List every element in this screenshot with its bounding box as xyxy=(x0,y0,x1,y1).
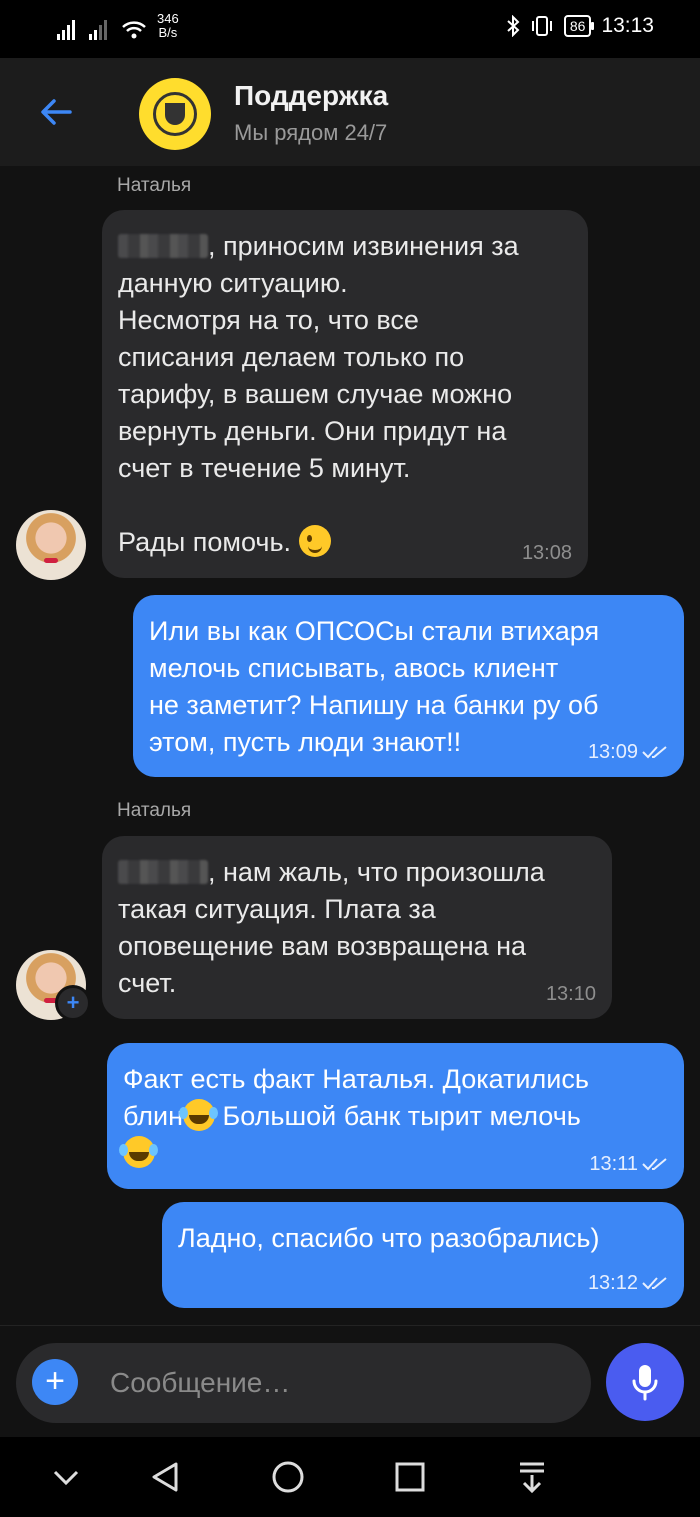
chat-header: Поддержка Мы рядом 24/7 xyxy=(0,58,700,166)
message-placeholder: Сообщение… xyxy=(110,1367,291,1398)
chat-title: Поддержка xyxy=(234,80,389,111)
laugh-emoji-icon xyxy=(119,1136,155,1168)
recents-square-icon[interactable] xyxy=(390,1457,430,1497)
status-bar: 346 B/s 86 13:13 xyxy=(0,0,700,58)
system-nav-bar xyxy=(0,1437,700,1517)
double-check-icon xyxy=(642,1277,667,1290)
chevron-down-icon[interactable] xyxy=(46,1457,86,1497)
sender-name: Наталья xyxy=(117,800,192,821)
shield-icon xyxy=(153,92,197,136)
message-bubble-outgoing[interactable]: Или вы как ОПСОСы стали втихаря мелочь с… xyxy=(133,595,684,777)
message-text: Ладно, спасибо что разобрались) xyxy=(178,1223,600,1253)
redacted-name xyxy=(118,860,208,884)
message-composer: + Сообщение… xyxy=(0,1325,700,1438)
message-bubble-incoming[interactable]: , приносим извинения за данную ситуацию.… xyxy=(102,210,588,578)
bank-logo[interactable] xyxy=(139,78,211,150)
attach-plus-icon[interactable]: + xyxy=(32,1359,78,1405)
arrow-left-icon[interactable] xyxy=(36,92,76,132)
vibrate-icon xyxy=(531,16,552,36)
signal-icon xyxy=(57,18,75,40)
message-text: , нам жаль, что произошла такая ситуация… xyxy=(118,857,545,998)
message-text: , приносим извинения за данную ситуацию.… xyxy=(118,231,519,557)
double-check-icon xyxy=(642,1158,667,1171)
redacted-name xyxy=(118,234,208,258)
avatar[interactable] xyxy=(16,510,86,580)
message-bubble-outgoing[interactable]: Ладно, спасибо что разобрались) 13:12 xyxy=(162,1202,684,1308)
message-time: 13:09 xyxy=(588,741,668,763)
battery-indicator: 86 xyxy=(563,15,594,37)
laugh-emoji-icon xyxy=(179,1099,215,1131)
wink-emoji-icon xyxy=(298,525,331,557)
signal-2-icon xyxy=(89,18,107,40)
wifi-icon xyxy=(122,21,146,39)
sender-name: Наталья xyxy=(117,175,192,196)
home-circle-icon[interactable] xyxy=(268,1457,308,1497)
microphone-icon xyxy=(632,1365,658,1401)
message-time: 13:12 xyxy=(588,1272,668,1294)
add-icon[interactable]: + xyxy=(55,985,91,1021)
message-time: 13:08 xyxy=(521,542,572,564)
chat-subtitle: Мы рядом 24/7 xyxy=(234,120,388,145)
message-bubble-incoming[interactable]: , нам жаль, что произошла такая ситуация… xyxy=(102,836,612,1019)
double-check-icon xyxy=(642,746,667,759)
message-text: Или вы как ОПСОСы стали втихаря мелочь с… xyxy=(149,616,600,757)
message-time: 13:10 xyxy=(545,983,596,1005)
net-speed: 346 B/s xyxy=(157,11,179,40)
message-time: 13:11 xyxy=(589,1153,668,1175)
bluetooth-icon xyxy=(507,15,520,37)
message-input[interactable]: + Сообщение… xyxy=(16,1343,591,1423)
back-triangle-icon[interactable] xyxy=(146,1457,186,1497)
status-time: 13:13 xyxy=(601,14,654,37)
mic-button[interactable] xyxy=(606,1343,684,1421)
message-text: Факт есть факт Наталья. Докатились блин … xyxy=(119,1061,666,1172)
notification-pull-icon[interactable] xyxy=(512,1457,552,1497)
message-bubble-outgoing[interactable]: Факт есть факт Наталья. Докатились блин … xyxy=(107,1043,684,1189)
